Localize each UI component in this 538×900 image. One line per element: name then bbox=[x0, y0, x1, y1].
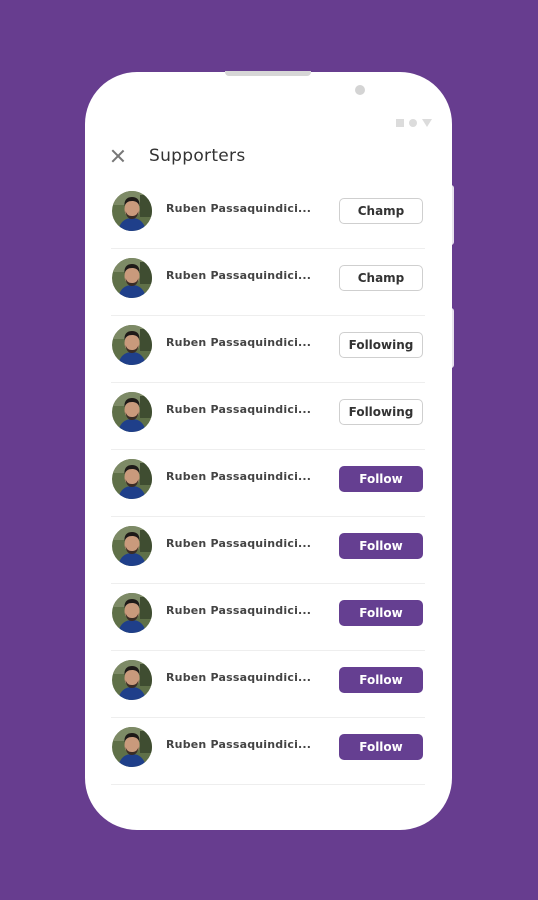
supporter-name: Ruben Passaquindici... bbox=[166, 336, 312, 349]
avatar[interactable] bbox=[112, 593, 152, 633]
page-title: Supporters bbox=[149, 146, 246, 166]
wifi-icon bbox=[409, 119, 417, 127]
list-item-9[interactable]: Ruben Passaquindici... Follow bbox=[111, 718, 425, 785]
list-item-6[interactable]: Ruben Passaquindici... Follow bbox=[111, 517, 425, 584]
signal-icon bbox=[396, 119, 404, 127]
avatar[interactable] bbox=[112, 459, 152, 499]
supporter-name: Ruben Passaquindici... bbox=[166, 671, 312, 684]
supporter-name: Ruben Passaquindici... bbox=[166, 537, 312, 550]
supporter-name: Ruben Passaquindici... bbox=[166, 604, 312, 617]
avatar[interactable] bbox=[112, 660, 152, 700]
close-icon[interactable] bbox=[111, 149, 125, 163]
supporter-name: Ruben Passaquindici... bbox=[166, 202, 312, 215]
following-button[interactable]: Following bbox=[339, 332, 423, 358]
follow-button[interactable]: Follow bbox=[339, 667, 423, 693]
list-item-3[interactable]: Ruben Passaquindici... Following bbox=[111, 316, 425, 383]
avatar[interactable] bbox=[112, 727, 152, 767]
supporter-name: Ruben Passaquindici... bbox=[166, 269, 312, 282]
avatar[interactable] bbox=[112, 392, 152, 432]
champ-button[interactable]: Champ bbox=[339, 198, 423, 224]
supporter-name: Ruben Passaquindici... bbox=[166, 738, 312, 751]
status-bar-icons bbox=[396, 119, 432, 127]
follow-button[interactable]: Follow bbox=[339, 533, 423, 559]
list-item-8[interactable]: Ruben Passaquindici... Follow bbox=[111, 651, 425, 718]
camera-dot bbox=[355, 85, 365, 95]
list-item-2[interactable]: Ruben Passaquindici... Champ bbox=[111, 249, 425, 316]
list-item-5[interactable]: Ruben Passaquindici... Follow bbox=[111, 450, 425, 517]
list-item-1[interactable]: Ruben Passaquindici... Champ bbox=[111, 182, 425, 249]
supporter-name: Ruben Passaquindici... bbox=[166, 403, 312, 416]
following-button[interactable]: Following bbox=[339, 399, 423, 425]
supporter-name: Ruben Passaquindici... bbox=[166, 470, 312, 483]
avatar[interactable] bbox=[112, 526, 152, 566]
follow-button[interactable]: Follow bbox=[339, 600, 423, 626]
phone-speaker bbox=[225, 71, 311, 76]
avatar[interactable] bbox=[112, 325, 152, 365]
header: Supporters bbox=[111, 146, 246, 166]
follow-button[interactable]: Follow bbox=[339, 734, 423, 760]
champ-button[interactable]: Champ bbox=[339, 265, 423, 291]
list-item-7[interactable]: Ruben Passaquindici... Follow bbox=[111, 584, 425, 651]
battery-icon bbox=[422, 119, 432, 127]
follow-button[interactable]: Follow bbox=[339, 466, 423, 492]
avatar[interactable] bbox=[112, 191, 152, 231]
avatar[interactable] bbox=[112, 258, 152, 298]
list-item-4[interactable]: Ruben Passaquindici... Following bbox=[111, 383, 425, 450]
phone-screen: Supporters Ruben Passaquindici... Champ bbox=[85, 72, 452, 830]
supporters-list: Ruben Passaquindici... Champ Ruben Passa… bbox=[111, 182, 425, 785]
